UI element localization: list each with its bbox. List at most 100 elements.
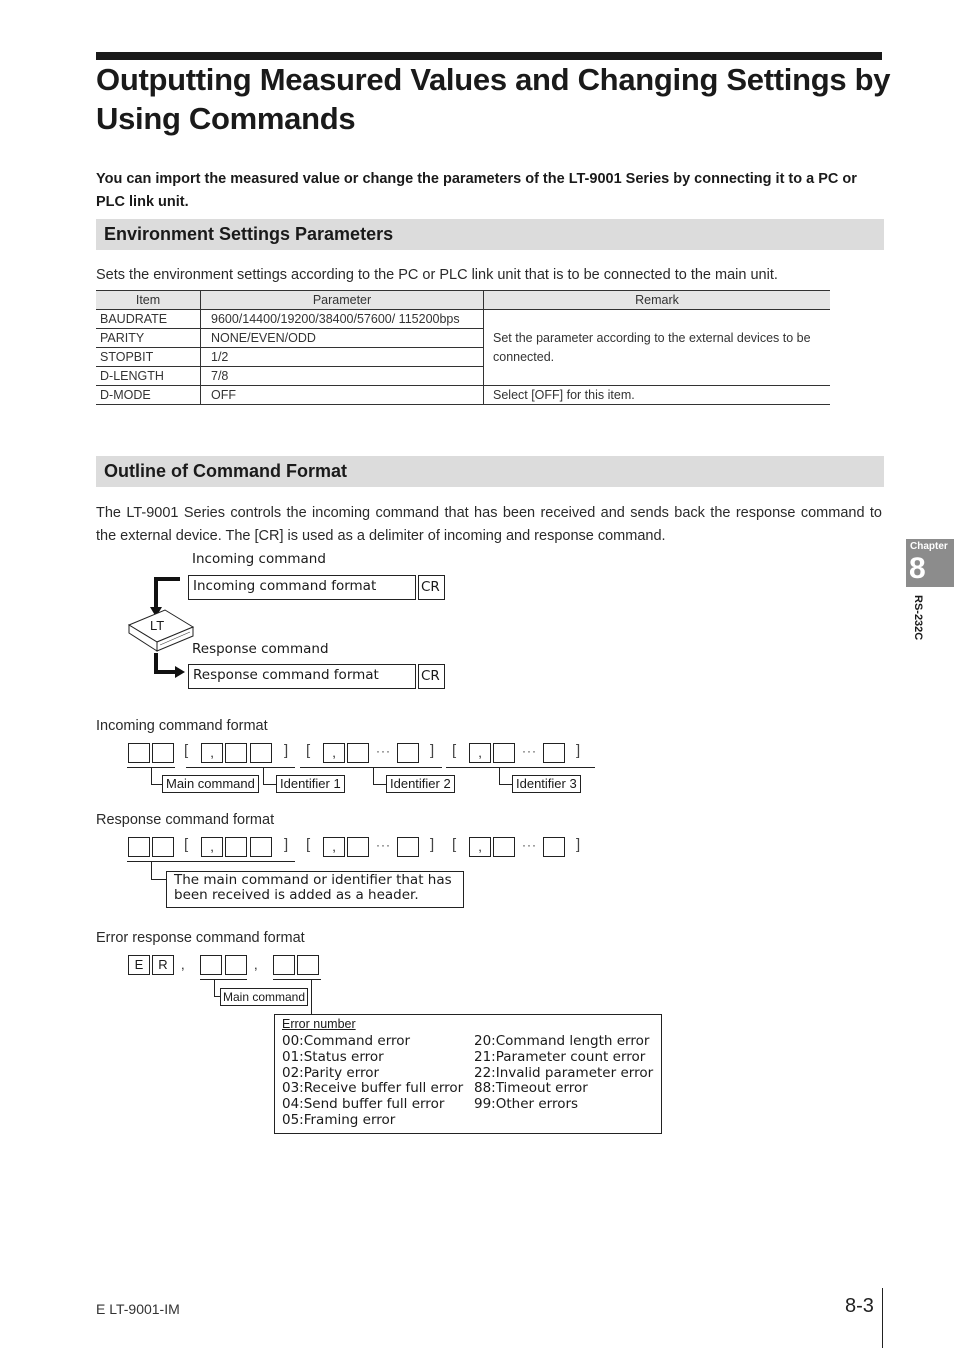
cell-remark: Select [OFF] for this item. bbox=[483, 385, 830, 405]
close-bracket: ] bbox=[576, 742, 581, 759]
connector bbox=[311, 979, 312, 1014]
error-item: 21:Parameter count error bbox=[474, 1048, 646, 1065]
cell-item: BAUDRATE bbox=[96, 309, 201, 329]
arrowhead-right-icon bbox=[175, 666, 185, 678]
main-command-char-1 bbox=[128, 743, 150, 763]
ellipsis: ··· bbox=[522, 744, 537, 758]
identifier-3-label: Identifier 3 bbox=[512, 775, 581, 793]
cell-parameter: NONE/EVEN/ODD bbox=[200, 328, 484, 348]
comma-cell: , bbox=[469, 743, 491, 763]
connector bbox=[151, 861, 167, 880]
error-item: 04:Send buffer full error bbox=[282, 1096, 445, 1113]
incoming-format-box: Incoming command format bbox=[188, 575, 416, 600]
cell-item: PARITY bbox=[96, 328, 201, 348]
table-row: D-MODE OFF Select [OFF] for this item. bbox=[96, 385, 830, 405]
connector bbox=[263, 767, 277, 785]
environment-intro: Sets the environment settings according … bbox=[96, 267, 778, 283]
cell-parameter: OFF bbox=[200, 385, 484, 405]
data-char bbox=[397, 837, 419, 857]
chapter-name-text: RS-232C bbox=[912, 595, 924, 641]
error-item: 02:Parity error bbox=[282, 1064, 380, 1081]
data-char bbox=[493, 837, 515, 857]
identifier-2-label: Identifier 2 bbox=[386, 775, 455, 793]
underline bbox=[200, 979, 247, 980]
incoming-command-label: Incoming command bbox=[192, 551, 326, 567]
page-number: 8-3 bbox=[845, 1295, 874, 1317]
page-rule bbox=[882, 1288, 883, 1348]
identifier-1-label: Identifier 1 bbox=[276, 775, 345, 793]
device-label: LT bbox=[150, 618, 165, 633]
close-bracket: ] bbox=[284, 836, 289, 853]
identifier3-char bbox=[493, 743, 515, 763]
chapter-label: Chapter bbox=[910, 541, 948, 552]
down-arrow-icon bbox=[154, 577, 180, 609]
response-format-box: Response command format bbox=[188, 664, 416, 689]
incoming-format-caption: Incoming command format bbox=[96, 718, 268, 734]
identifier1-char bbox=[225, 743, 247, 763]
main-command-char bbox=[225, 955, 247, 975]
error-number-box: Error number 00:Command error 01:Status … bbox=[274, 1014, 662, 1134]
error-item: 20:Command length error bbox=[474, 1033, 650, 1049]
command-format-intro: The LT-9001 Series controls the incoming… bbox=[96, 505, 882, 544]
close-bracket: ] bbox=[430, 836, 435, 853]
lead-paragraph: You can import the measured value or cha… bbox=[96, 171, 857, 210]
environment-parameters-table: Item Parameter Remark BAUDRATE 9600/1440… bbox=[96, 290, 830, 405]
table-header-row: Item Parameter Remark bbox=[96, 290, 830, 310]
connector bbox=[151, 767, 162, 785]
error-item: 22:Invalid parameter error bbox=[474, 1064, 654, 1081]
cell-item: D-LENGTH bbox=[96, 366, 201, 386]
close-bracket: ] bbox=[576, 836, 581, 853]
underline bbox=[446, 767, 595, 768]
header-char bbox=[225, 837, 247, 857]
error-number-char bbox=[273, 955, 295, 975]
error-list-right: 20:Command length error 21:Parameter cou… bbox=[474, 1033, 654, 1113]
title-rule bbox=[96, 52, 882, 60]
header-char bbox=[250, 837, 272, 857]
open-bracket: [ bbox=[184, 742, 189, 759]
page-title: Outputting Measured Values and Changing … bbox=[96, 62, 891, 136]
data-char bbox=[347, 837, 369, 857]
doc-id: E LT-9001-IM bbox=[96, 1301, 180, 1317]
identifier2-char bbox=[347, 743, 369, 763]
header-char-1 bbox=[128, 837, 150, 857]
header-item: Item bbox=[96, 290, 201, 310]
data-char bbox=[543, 837, 565, 857]
comma-cell: , bbox=[469, 837, 491, 857]
close-bracket: ] bbox=[430, 742, 435, 759]
cell-item: D-MODE bbox=[96, 385, 201, 405]
error-list-left: 00:Command error 01:Status error 02:Pari… bbox=[282, 1033, 463, 1129]
comma-cell: , bbox=[201, 743, 223, 763]
error-char-r: R bbox=[152, 955, 174, 975]
cell-parameter: 9600/14400/19200/38400/57600/ 115200bps bbox=[200, 309, 484, 329]
response-command-label: Response command bbox=[192, 641, 329, 657]
main-command-label: Main command bbox=[220, 988, 309, 1006]
identifier3-char bbox=[543, 743, 565, 763]
chapter-number: 8 bbox=[909, 552, 926, 585]
main-command-char-2 bbox=[152, 743, 174, 763]
comma-cell: , bbox=[323, 743, 345, 763]
chapter-tab: Chapter 8 bbox=[906, 539, 954, 587]
cell-item: STOPBIT bbox=[96, 347, 201, 367]
error-number-char bbox=[297, 955, 319, 975]
response-cr-box: CR bbox=[418, 664, 445, 689]
open-bracket: [ bbox=[306, 836, 311, 853]
underline bbox=[186, 767, 295, 768]
section-heading-text: Outline of Command Format bbox=[104, 461, 347, 481]
main-command-char bbox=[200, 955, 222, 975]
error-item: 01:Status error bbox=[282, 1048, 384, 1065]
chapter-name: RS-232C bbox=[907, 595, 927, 655]
cell-parameter: 7/8 bbox=[200, 366, 484, 386]
open-bracket: [ bbox=[184, 836, 189, 853]
underline bbox=[300, 767, 442, 768]
response-format-caption: Response command format bbox=[96, 812, 275, 828]
comma-cell: , bbox=[323, 837, 345, 857]
ellipsis: ··· bbox=[376, 838, 391, 852]
cell-remark-merged: Set the parameter according to the exter… bbox=[483, 309, 830, 386]
incoming-cr-box: CR bbox=[418, 575, 445, 600]
identifier1-char bbox=[250, 743, 272, 763]
underline bbox=[273, 979, 321, 980]
main-command-label: Main command bbox=[162, 775, 259, 793]
ellipsis: ··· bbox=[376, 744, 391, 758]
open-bracket: [ bbox=[452, 836, 457, 853]
header-parameter: Parameter bbox=[200, 290, 484, 310]
